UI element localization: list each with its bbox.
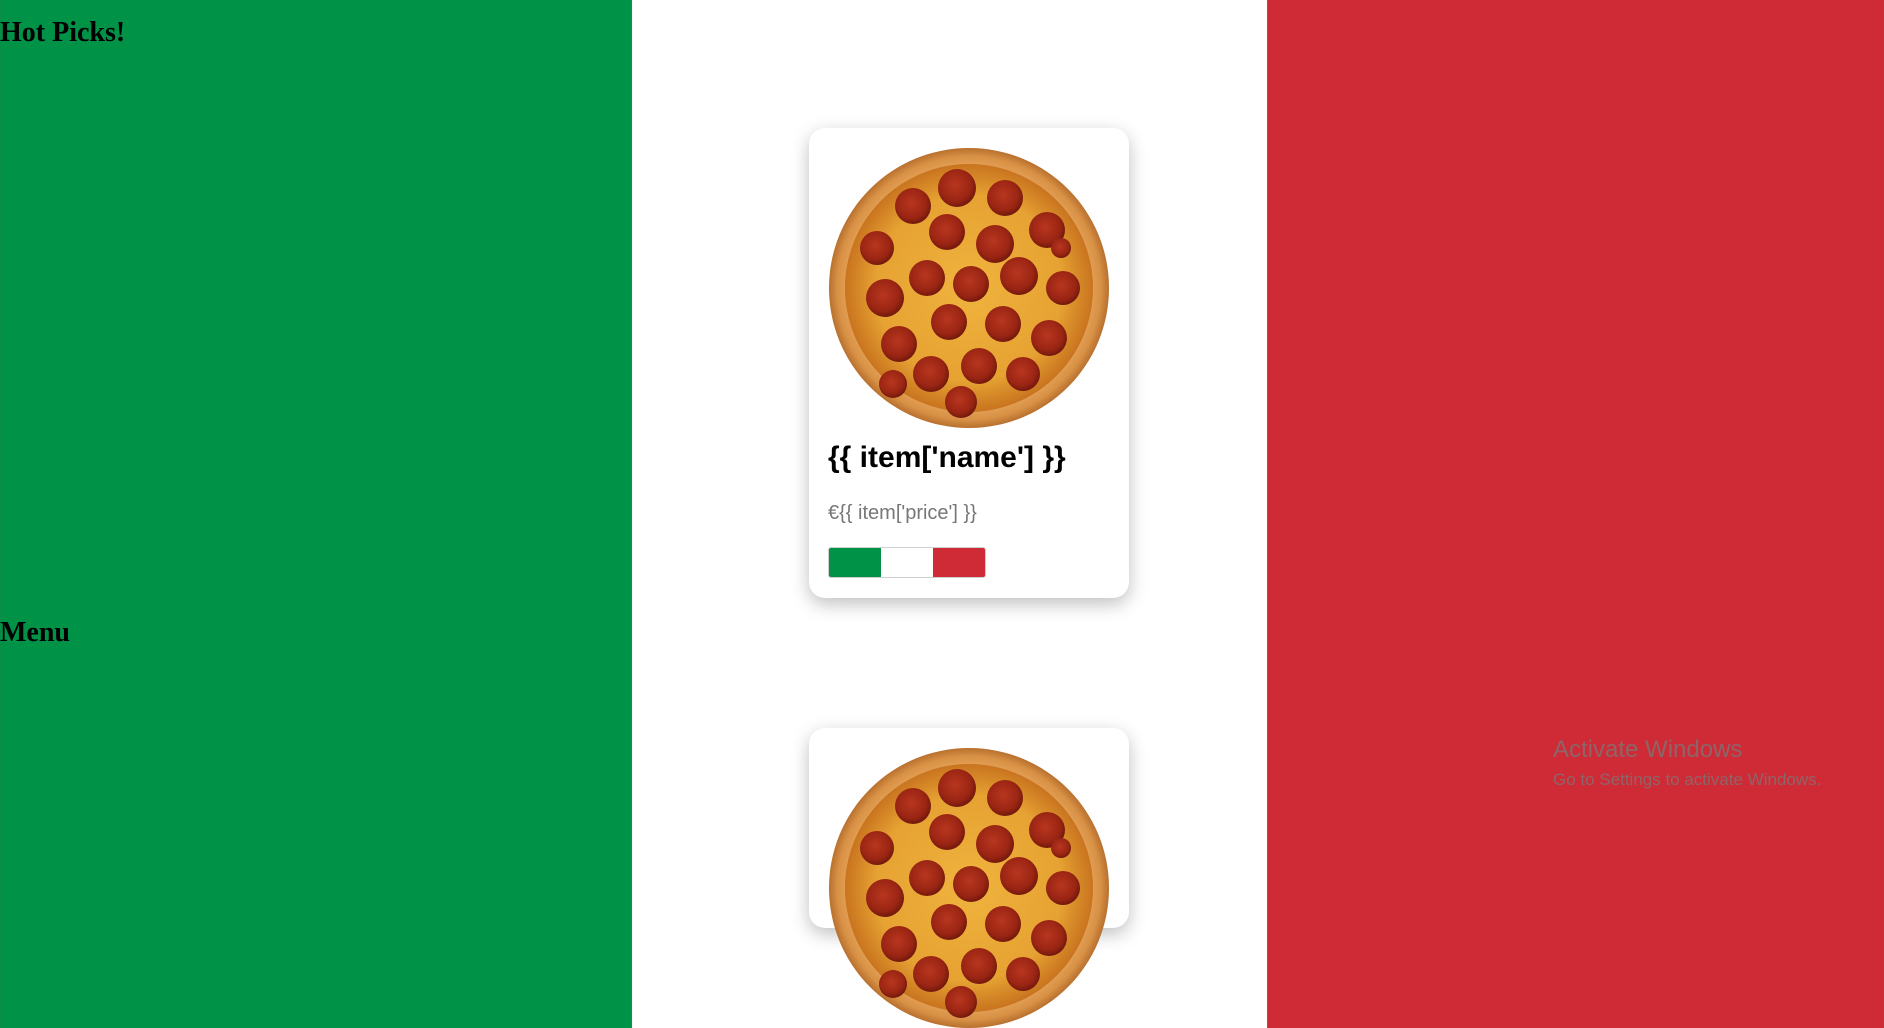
watermark-subtitle: Go to Settings to activate Windows. (1553, 770, 1822, 789)
pizza-image (829, 148, 1109, 428)
flag-green-stripe (829, 548, 881, 577)
watermark-title: Activate Windows (1553, 736, 1743, 763)
flag-white-stripe (881, 548, 933, 577)
flag-red-stripe (933, 548, 985, 577)
item-name: {{ item['name'] }} (828, 441, 1066, 474)
menu-item-card[interactable]: {{ item['name'] }} €{{ item['price'] }} (809, 128, 1129, 598)
item-price: €{{ item['price'] }} (828, 502, 977, 524)
add-to-cart-button[interactable] (828, 547, 986, 578)
pizza-image (829, 748, 1109, 1028)
activate-windows-watermark: Activate Windows Go to Settings to activ… (1553, 735, 1821, 791)
hot-picks-heading: Hot Picks! (0, 17, 126, 48)
menu-heading: Menu (0, 617, 70, 648)
menu-item-card[interactable] (809, 728, 1129, 1028)
